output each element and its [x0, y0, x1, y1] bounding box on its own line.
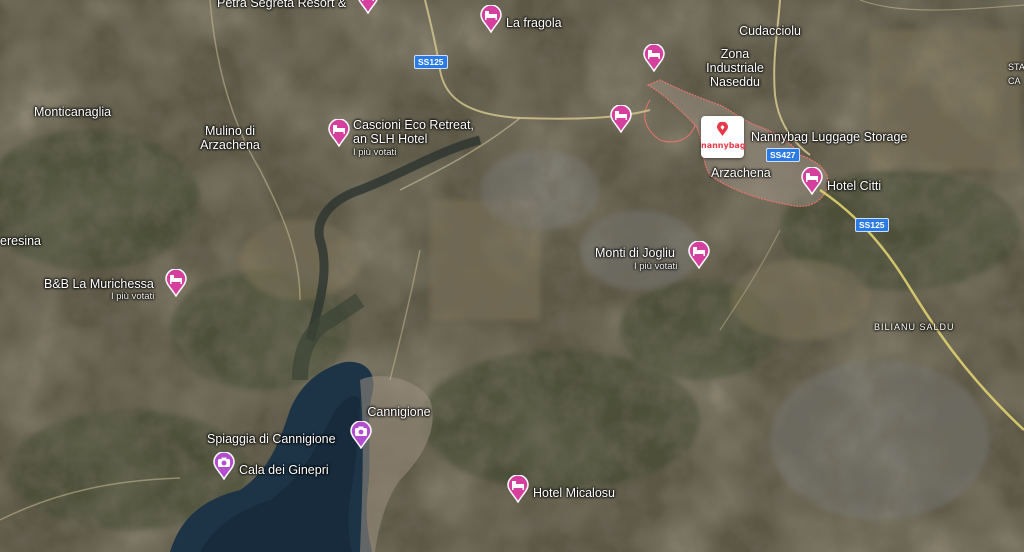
poi-label-bb-la-murichessa[interactable]: B&B La Murichessa [44, 277, 154, 291]
bed-icon [328, 119, 350, 147]
hotel-pin-hotel-citti[interactable] [801, 167, 823, 195]
place-label-zona-industriale[interactable]: Zona Industriale Naseddu [706, 47, 764, 89]
hotel-pin-petra-segreta[interactable] [357, 0, 379, 14]
poi-label-cala-dei-ginepri[interactable]: Cala dei Ginepri [239, 463, 329, 477]
hotel-pin-zona-industriale[interactable] [643, 44, 665, 72]
bed-icon [165, 269, 187, 297]
hotel-pin-hotel-micalosu[interactable] [507, 475, 529, 503]
poi-label-hotel-citti[interactable]: Hotel Citti [827, 179, 881, 193]
place-label-eresina[interactable]: eresina [0, 234, 41, 248]
bed-icon [801, 167, 823, 195]
bed-icon [507, 475, 529, 503]
poi-sublabel-bb-la-murichessa: I più votati [111, 291, 155, 302]
road-shield-ss125: SS125 [855, 218, 889, 232]
poi-label-hotel-micalosu[interactable]: Hotel Micalosu [533, 486, 615, 500]
attraction-pin-cala-dei-ginepri[interactable] [213, 452, 235, 480]
place-label-arzachena[interactable]: Arzachena [711, 166, 771, 180]
road-shield-ss427: SS427 [766, 148, 800, 162]
satellite-terrain [0, 0, 1024, 552]
poi-sublabel-monti-di-jogliu: I più votati [634, 261, 678, 272]
poi-label-nannybag-storage[interactable]: Nannybag Luggage Storage [751, 130, 907, 144]
place-label-petra-segreta[interactable]: Petra Segreta Resort & [217, 0, 346, 10]
hotel-pin-monti-di-jogliu[interactable] [688, 241, 710, 269]
bed-icon [643, 44, 665, 72]
place-label-mulino-di-arzachena[interactable]: Mulino di Arzachena [200, 124, 260, 152]
bed-icon [610, 105, 632, 133]
hotel-pin-cascioni[interactable] [328, 119, 350, 147]
map-view[interactable]: SS125 SS427 SS125 Petra Segreta Resort &… [0, 0, 1024, 552]
place-label-cudacciolu[interactable]: Cudacciolu [739, 24, 801, 38]
bed-icon [358, 0, 378, 14]
bed-icon [480, 5, 502, 33]
road-shield-ss125: SS125 [414, 55, 448, 69]
poi-label-spiaggia-di-cannigione[interactable]: Spiaggia di Cannigione [207, 432, 336, 446]
nannybag-marker[interactable]: nannybag [701, 116, 746, 158]
poi-sublabel-cascioni: I più votati [353, 147, 397, 158]
place-label-edge: STA CA [1008, 62, 1024, 86]
poi-label-monti-di-jogliu[interactable]: Monti di Jogliu [595, 246, 675, 260]
camera-icon [213, 452, 235, 480]
poi-label-cascioni[interactable]: Cascioni Eco Retreat, an SLH Hotel [353, 118, 474, 146]
nannybag-marker-label: nannybag [701, 141, 746, 150]
poi-label-la-fragola[interactable]: La fragola [506, 16, 562, 30]
place-label-monticanaglia[interactable]: Monticanaglia [34, 105, 111, 119]
place-label-bilianu-saldu: BILIANU SALDU [874, 322, 955, 332]
bed-icon [688, 241, 710, 269]
hotel-pin-la-fragola[interactable] [480, 5, 502, 33]
nannybag-logo-icon [717, 122, 728, 136]
camera-icon [350, 421, 372, 449]
place-label-cannigione[interactable]: Cannigione [367, 405, 430, 419]
hotel-pin-arzachena-west[interactable] [610, 105, 632, 133]
hotel-pin-bb-la-murichessa[interactable] [165, 269, 187, 297]
attraction-pin-spiaggia-di-cannigione[interactable] [350, 421, 372, 449]
